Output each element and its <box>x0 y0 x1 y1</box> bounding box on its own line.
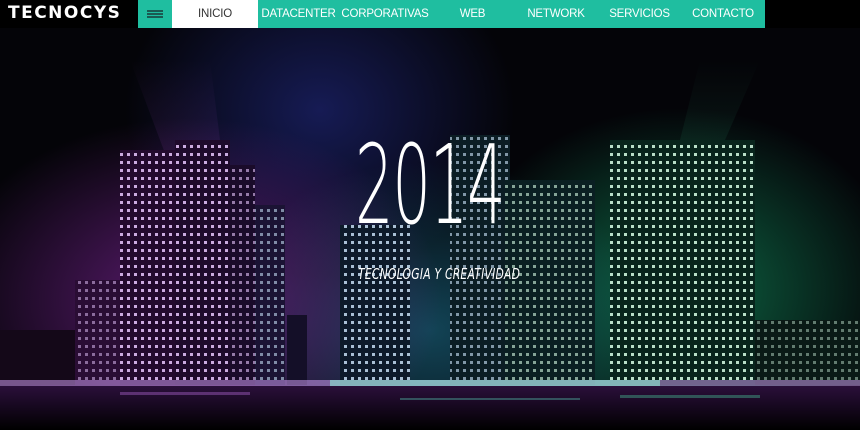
nav-item-corporativas[interactable]: CORPORATIVAS <box>339 0 431 28</box>
nav-item-contacto[interactable]: CONTACTO <box>681 0 765 28</box>
top-bar: TECNOCYS INICIO DATACENTER CORPORATIVAS … <box>0 0 860 28</box>
nav-item-inicio[interactable]: INICIO <box>172 0 258 28</box>
nav-item-web[interactable]: WEB <box>431 0 514 28</box>
hamburger-menu-icon <box>147 10 163 18</box>
nav-item-datacenter[interactable]: DATACENTER <box>258 0 339 28</box>
main-navigation: INICIO DATACENTER CORPORATIVAS WEB NETWO… <box>138 0 765 28</box>
brand-logo[interactable]: TECNOCYS <box>8 3 121 23</box>
nav-item-network[interactable]: NETWORK <box>514 0 598 28</box>
hamburger-menu-button[interactable] <box>138 0 172 28</box>
hero-tagline: TECNOLOGIA Y CREATIVIDAD <box>358 265 521 283</box>
hero-year: 2014 <box>355 121 506 249</box>
nav-item-servicios[interactable]: SERVICIOS <box>598 0 681 28</box>
